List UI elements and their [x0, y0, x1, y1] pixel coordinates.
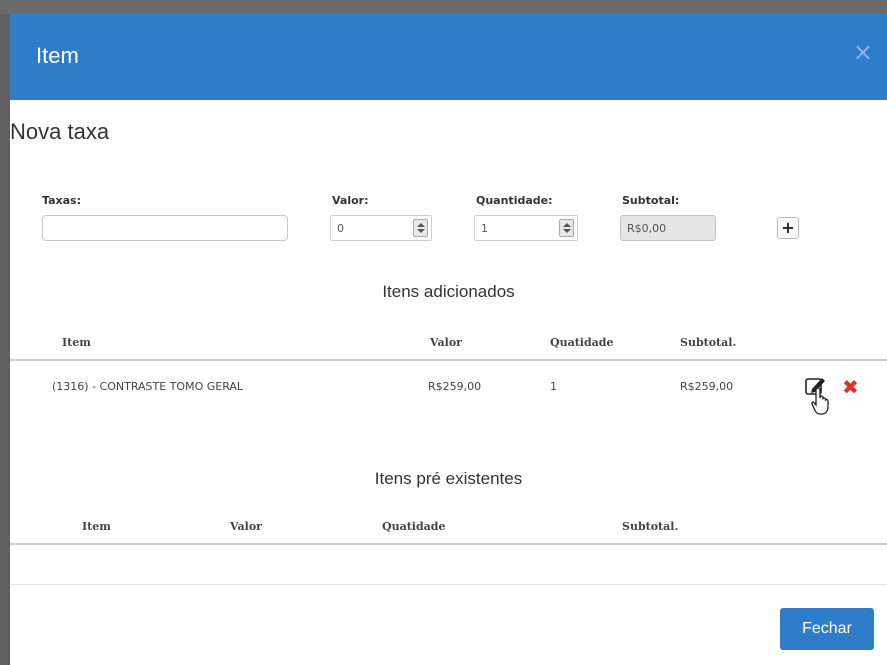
quantidade-spinner[interactable]: [559, 219, 574, 237]
existing-header-divider: [10, 543, 887, 545]
delete-icon[interactable]: ✖: [842, 377, 859, 397]
taxas-input[interactable]: [42, 215, 288, 241]
close-button[interactable]: Fechar: [780, 608, 874, 650]
backdrop: [0, 0, 887, 14]
spinner-up-icon[interactable]: [417, 223, 425, 227]
added-col-subtotal: Subtotal.: [680, 336, 737, 349]
footer-divider: [10, 584, 887, 585]
valor-input-value: 0: [337, 222, 344, 235]
added-header-divider: [10, 359, 887, 361]
row-valor: R$259,00: [428, 380, 482, 393]
added-col-valor: Valor: [430, 336, 462, 349]
valor-label: Valor:: [332, 194, 369, 207]
existing-items-heading: Itens pré existentes: [374, 469, 523, 488]
close-icon[interactable]: ×: [853, 40, 873, 64]
added-items-heading: Itens adicionados: [382, 282, 515, 301]
row-item: (1316) - CONTRASTE TOMO GERAL: [52, 380, 244, 393]
existing-col-subtotal: Subtotal.: [622, 520, 679, 533]
quantidade-input[interactable]: 1: [474, 215, 578, 241]
section-title: Nova taxa: [10, 119, 110, 144]
existing-col-item: Item: [82, 520, 111, 533]
subtotal-field: R$0,00: [620, 215, 716, 241]
existing-col-quantidade: Quatidade: [382, 520, 446, 533]
modal-header: Item ×: [10, 14, 887, 100]
row-subtotal: R$259,00: [680, 380, 734, 393]
hand-pointer-icon: [811, 387, 829, 415]
add-button[interactable]: +: [777, 217, 799, 239]
valor-input[interactable]: 0: [330, 215, 432, 241]
added-col-item: Item: [62, 336, 91, 349]
existing-col-valor: Valor: [230, 520, 262, 533]
plus-icon: +: [781, 218, 795, 237]
added-col-quantidade: Quatidade: [550, 336, 614, 349]
quantidade-label: Quantidade:: [476, 194, 553, 207]
valor-spinner[interactable]: [413, 219, 428, 237]
subtotal-label: Subtotal:: [622, 194, 680, 207]
quantidade-input-value: 1: [481, 222, 488, 235]
taxas-label: Taxas:: [42, 194, 81, 207]
row-quantidade: 1: [550, 380, 557, 393]
spinner-down-icon[interactable]: [563, 229, 571, 233]
item-modal: Item × Nova taxa Taxas: Valor: Quantidad…: [10, 14, 887, 665]
modal-title: Item: [36, 43, 79, 68]
spinner-down-icon[interactable]: [417, 229, 425, 233]
spinner-up-icon[interactable]: [563, 223, 571, 227]
